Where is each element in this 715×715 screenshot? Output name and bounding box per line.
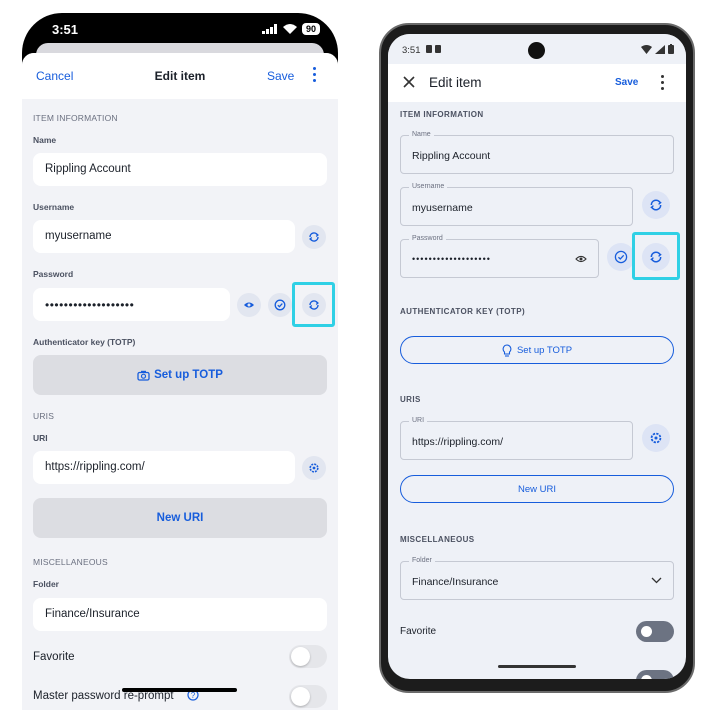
item-information-header: ITEM INFORMATION — [33, 113, 118, 123]
folder-label: Folder — [33, 579, 59, 589]
battery-icon: 90 — [301, 23, 320, 35]
folder-value: Finance/Insurance — [412, 576, 499, 588]
username-label: Username — [33, 202, 75, 212]
next-toggle[interactable] — [636, 670, 674, 679]
setup-totp-label: Set up TOTP — [154, 369, 223, 381]
eye-icon — [243, 300, 255, 310]
password-field[interactable]: ••••••••••••••••••• — [33, 288, 230, 321]
reprompt-toggle[interactable] — [289, 685, 327, 708]
favorite-toggle[interactable] — [636, 621, 674, 642]
name-value: Rippling Account — [412, 150, 491, 162]
setup-totp-label: Set up TOTP — [516, 344, 573, 356]
signal-icon — [655, 44, 665, 54]
check-password-button[interactable] — [607, 243, 635, 271]
password-field[interactable]: Password ••••••••••••••••••• — [400, 235, 599, 278]
username-field[interactable]: Username myusername — [400, 183, 633, 226]
lightbulb-icon — [502, 343, 512, 357]
uris-header: URIS — [400, 395, 421, 404]
password-value: ••••••••••••••••••• — [412, 254, 491, 264]
svg-text:?: ? — [191, 691, 196, 700]
new-uri-label: New URI — [156, 512, 204, 524]
gear-icon — [308, 462, 320, 474]
new-uri-label: New URI — [517, 483, 556, 495]
password-label: Password — [409, 235, 446, 242]
battery-icon — [668, 44, 674, 54]
name-field[interactable]: Rippling Account — [33, 153, 327, 186]
highlight-box — [292, 282, 335, 327]
status-time: 3:51 — [402, 45, 421, 56]
setup-totp-button[interactable]: Set up TOTP — [400, 336, 674, 364]
chevron-down-icon — [651, 577, 662, 584]
uris-header: URIS — [33, 411, 55, 421]
gear-icon — [649, 431, 663, 445]
uri-settings-button[interactable] — [642, 424, 670, 452]
generate-username-button[interactable] — [302, 225, 326, 249]
favorite-label: Favorite — [400, 626, 437, 637]
check-circle-icon — [614, 250, 628, 264]
android-status-bar: 3:51 — [388, 34, 686, 64]
folder-label: Folder — [409, 557, 435, 564]
refresh-icon — [649, 198, 663, 212]
status-time: 3:51 — [52, 22, 79, 37]
status-icons — [641, 44, 674, 54]
wifi-icon — [282, 24, 297, 34]
name-label: Name — [33, 135, 57, 145]
item-information-header: ITEM INFORMATION — [400, 110, 484, 119]
edit-item-sheet: Cancel Edit item Save ITEM INFORMATION N… — [22, 53, 338, 710]
close-icon[interactable] — [402, 75, 416, 89]
home-indicator — [498, 665, 576, 668]
name-label: Name — [409, 131, 434, 138]
app-bar: Edit item Save — [388, 64, 686, 102]
totp-header: AUTHENTICATOR KEY (TOTP) — [400, 307, 526, 316]
highlight-box — [632, 232, 680, 280]
miscellaneous-header: MISCELLANEOUS — [33, 557, 108, 567]
front-camera — [528, 42, 545, 59]
ios-status-bar: 3:51 90 — [22, 13, 338, 47]
uri-value: https://rippling.com/ — [412, 436, 504, 448]
ios-phone: 3:51 90 Cancel Edit item Save ITEM INFOR… — [22, 13, 338, 710]
check-password-button[interactable] — [268, 293, 292, 317]
favorite-toggle[interactable] — [289, 645, 327, 668]
username-value: myusername — [412, 202, 473, 214]
favorite-label: Favorite — [33, 651, 75, 663]
uri-label: URI — [409, 417, 428, 424]
uri-settings-button[interactable] — [302, 456, 326, 480]
username-field[interactable]: myusername — [33, 220, 295, 253]
new-uri-button[interactable]: New URI — [33, 498, 327, 538]
folder-dropdown[interactable]: Folder Finance/Insurance — [400, 557, 674, 600]
nav-bar: Cancel Edit item Save — [22, 53, 338, 99]
save-button[interactable]: Save — [267, 69, 294, 83]
uri-label: URI — [33, 433, 48, 443]
signal-icon — [261, 24, 278, 34]
save-button[interactable]: Save — [615, 77, 638, 88]
generate-username-button[interactable] — [642, 191, 670, 219]
page-title: Edit item — [429, 75, 482, 90]
camera-icon — [137, 370, 150, 381]
folder-field[interactable]: Finance/Insurance — [33, 598, 327, 631]
wifi-icon — [641, 44, 652, 54]
totp-label: Authenticator key (TOTP) — [33, 337, 136, 347]
uri-field[interactable]: https://rippling.com/ — [33, 451, 295, 484]
toggle-visibility-button[interactable] — [237, 293, 261, 317]
password-label: Password — [33, 269, 74, 279]
check-circle-icon — [274, 299, 286, 311]
setup-totp-button[interactable]: Set up TOTP — [33, 355, 327, 395]
home-indicator — [122, 688, 237, 692]
sim-icon — [426, 45, 442, 54]
eye-icon[interactable] — [574, 254, 588, 264]
refresh-icon — [308, 231, 320, 243]
more-options-icon[interactable] — [311, 67, 317, 85]
username-label: Username — [409, 183, 448, 190]
name-field[interactable]: Name Rippling Account — [400, 131, 674, 174]
more-options-icon[interactable] — [659, 75, 665, 93]
status-icons: 90 — [261, 23, 320, 35]
new-uri-button[interactable]: New URI — [400, 475, 674, 503]
uri-field[interactable]: URI https://rippling.com/ — [400, 417, 633, 460]
android-phone: 3:51 Edit item Save ITEM INFORMATION Nam… — [388, 34, 686, 679]
miscellaneous-header: MISCELLANEOUS — [400, 535, 475, 544]
